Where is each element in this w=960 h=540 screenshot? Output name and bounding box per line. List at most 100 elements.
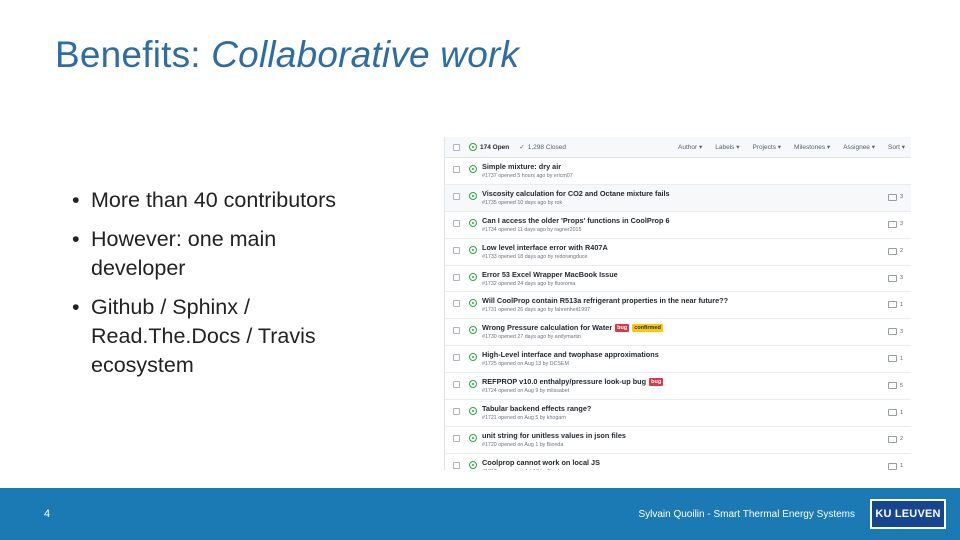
open-issue-icon	[469, 407, 477, 416]
issue-checkbox[interactable]	[453, 219, 460, 227]
issue-checkbox[interactable]	[453, 408, 460, 416]
issue-meta: #1721 opened on Aug 5 by khogarn	[482, 415, 566, 422]
comment-count[interactable]: 3	[887, 193, 903, 201]
issue-title-line: Can I access the older 'Props' functions…	[482, 216, 670, 225]
comment-icon	[887, 274, 897, 282]
open-issue-icon	[469, 191, 477, 200]
filter-labels[interactable]: Labels ▾	[715, 143, 739, 151]
filter-milestones[interactable]: Milestones ▾	[794, 143, 830, 151]
issue-checkbox[interactable]	[453, 327, 460, 335]
issue-row[interactable]: High-Level interface and twophase approx…	[445, 346, 911, 374]
issue-text: Error 53 Excel Wrapper MacBook Issue #173…	[482, 266, 618, 287]
issue-row[interactable]: Will CoolProp contain R513a refrigerant …	[445, 292, 911, 320]
comment-count-number: 1	[899, 301, 903, 308]
issue-row[interactable]: Simple mixture: dry air #1737 opened 5 ho…	[445, 158, 911, 185]
comment-icon	[887, 355, 897, 363]
issue-checkbox[interactable]	[453, 434, 460, 442]
issue-row[interactable]: Coolprop cannot work on local JS #1717 op…	[445, 454, 911, 470]
issue-checkbox[interactable]	[453, 381, 460, 389]
comment-icon	[887, 462, 897, 470]
issue-meta: #1732 opened 24 days ago by fluoroma	[482, 280, 576, 287]
logo-text: KU LEUVEN	[875, 508, 941, 520]
issue-title-link[interactable]: Simple mixture: dry air	[482, 162, 561, 171]
filter-sort[interactable]: Sort ▾	[888, 143, 905, 151]
open-issues-tab[interactable]: 174 Open	[469, 143, 509, 151]
issue-title-link[interactable]: Will CoolProp contain R513a refrigerant …	[482, 296, 728, 305]
issue-title-link[interactable]: Tabular backend effects range?	[482, 404, 591, 413]
issue-title-line: Tabular backend effects range?	[482, 404, 591, 413]
issue-row[interactable]: Wrong Pressure calculation for Water bug c…	[445, 319, 911, 347]
issue-label-badge[interactable]: confirmed	[632, 323, 663, 332]
issue-text: Will CoolProp contain R513a refrigerant …	[482, 292, 728, 313]
comment-count-number: 1	[899, 409, 903, 416]
issue-title-line: Coolprop cannot work on local JS	[482, 458, 600, 467]
closed-issues-tab[interactable]: ✓ 1,298 Closed	[519, 143, 566, 152]
bullet-list: • More than 40 contributors • However: o…	[72, 186, 372, 390]
comment-count[interactable]: 2	[887, 247, 903, 255]
open-issue-icon	[469, 380, 477, 389]
issue-text: Wrong Pressure calculation for Water bug c…	[482, 319, 663, 340]
comment-count-number: 3	[899, 328, 903, 335]
select-all-checkbox[interactable]	[453, 143, 460, 151]
issue-title-link[interactable]: Coolprop cannot work on local JS	[482, 458, 600, 467]
issue-checkbox[interactable]	[453, 300, 460, 308]
issue-meta: #1734 opened 11 days ago by ragner2015	[482, 226, 582, 233]
comment-count[interactable]: 2	[887, 435, 903, 443]
issue-row[interactable]: Tabular backend effects range? #1721 open…	[445, 400, 911, 427]
issue-title-link[interactable]: Viscosity calculation for CO2 and Octane…	[482, 189, 670, 198]
filter-author[interactable]: Author ▾	[678, 143, 702, 151]
bullet-text: More than 40 contributors	[91, 188, 336, 212]
comment-count-number: 2	[899, 248, 903, 255]
issue-title-line: Low level interface error with R407A	[482, 243, 608, 252]
issue-row[interactable]: Low level interface error with R407A #173…	[445, 239, 911, 266]
issue-title-line: Viscosity calculation for CO2 and Octane…	[482, 189, 670, 198]
issue-meta: #1735 opened 10 days ago by rok	[482, 199, 563, 206]
issue-row[interactable]: Can I access the older 'Props' functions…	[445, 212, 911, 239]
open-issue-icon	[469, 165, 477, 173]
issue-title-line: Error 53 Excel Wrapper MacBook Issue	[482, 270, 618, 279]
comment-count[interactable]: 1	[887, 409, 903, 417]
issue-checkbox[interactable]	[453, 461, 460, 469]
issue-title-link[interactable]: unit string for unitless values in json …	[482, 431, 626, 440]
issue-title-link[interactable]: REFPROP v10.0 enthalpy/pressure look-up …	[482, 377, 646, 386]
open-issue-icon	[469, 218, 477, 227]
issue-row[interactable]: REFPROP v10.0 enthalpy/pressure look-up …	[445, 373, 911, 401]
comment-count[interactable]: 3	[887, 328, 903, 336]
issue-checkbox[interactable]	[453, 354, 460, 362]
issue-checkbox[interactable]	[453, 273, 460, 281]
issue-text: unit string for unitless values in json …	[482, 427, 626, 448]
page-number: 4	[44, 508, 51, 520]
comment-icon	[887, 382, 897, 390]
comment-count[interactable]: 5	[887, 382, 903, 390]
comment-count[interactable]: 1	[887, 462, 903, 470]
issue-checkbox[interactable]	[453, 166, 460, 173]
issue-row[interactable]: Error 53 Excel Wrapper MacBook Issue #173…	[445, 266, 911, 293]
issue-checkbox[interactable]	[453, 246, 460, 254]
filter-projects[interactable]: Projects ▾	[752, 143, 781, 151]
issue-meta: #1737 opened 5 hours ago by ericm07	[482, 173, 573, 179]
open-issue-icon	[469, 299, 477, 308]
issue-title-link[interactable]: Error 53 Excel Wrapper MacBook Issue	[482, 270, 618, 279]
bullet-item: • However: one main developer	[72, 225, 372, 283]
comment-count[interactable]: 3	[887, 220, 903, 228]
title-italic: Collaborative work	[211, 34, 520, 75]
issue-title-line: Will CoolProp contain R513a refrigerant …	[482, 296, 728, 305]
issue-title-link[interactable]: Wrong Pressure calculation for Water	[482, 323, 612, 332]
issue-row[interactable]: Viscosity calculation for CO2 and Octane…	[445, 184, 911, 212]
issue-label-badge[interactable]: bug	[615, 323, 630, 332]
issue-title-link[interactable]: Can I access the older 'Props' functions…	[482, 216, 670, 225]
comment-count[interactable]: 1	[887, 355, 903, 363]
filter-assignee[interactable]: Assignee ▾	[843, 143, 875, 151]
issue-checkbox[interactable]	[453, 192, 460, 200]
comment-icon	[887, 435, 897, 443]
issues-list-header: 174 Open ✓ 1,298 Closed Author ▾ Labels …	[445, 137, 911, 158]
issue-label-badge[interactable]: bug	[649, 377, 664, 386]
issue-meta: #1717 opened on Jul 17 by Binglung	[482, 469, 600, 470]
comment-count[interactable]: 3	[887, 274, 903, 282]
comment-count[interactable]: 1	[887, 301, 903, 309]
bullet-item: • More than 40 contributors	[72, 186, 372, 215]
issue-title-link[interactable]: High-Level interface and twophase approx…	[482, 350, 659, 359]
issue-title-link[interactable]: Low level interface error with R407A	[482, 243, 608, 252]
open-issue-icon	[469, 460, 477, 469]
issue-row[interactable]: unit string for unitless values in json …	[445, 427, 911, 454]
